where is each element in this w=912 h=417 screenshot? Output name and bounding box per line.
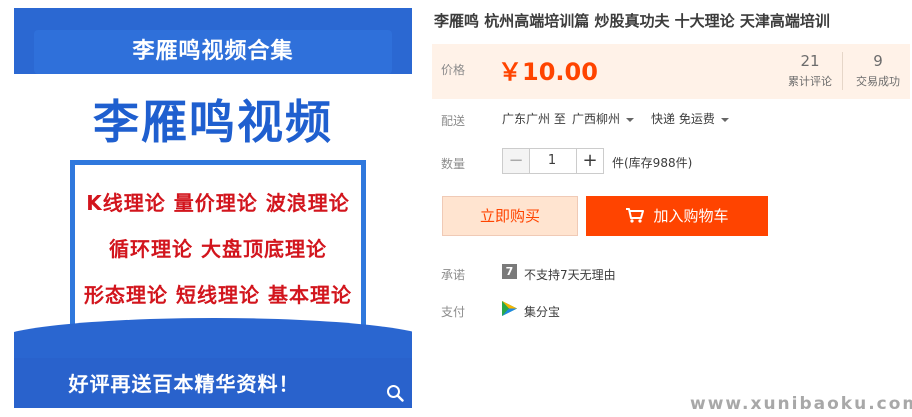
cart-icon [626,208,645,223]
image-bottom-text: 好评再送百本精华资料！ [68,372,300,396]
image-banner-title: 李雁鸣视频合集 [34,30,392,74]
add-to-cart-button[interactable]: 加入购物车 [586,196,768,236]
quantity-decrease-button[interactable]: − [502,148,530,174]
price-label: 价格 [441,63,466,77]
product-title: 李雁鸣 杭州高端培训篇 炒股真功夫 十大理论 天津高端培训 [434,12,830,30]
sales-label: 交易成功 [856,75,900,88]
image-theory-line: K线理论 量价理论 波浪理论 [86,191,350,215]
promise-label: 承诺 [441,268,466,282]
image-theory-line: 循环理论 大盘顶底理论 [109,237,327,261]
product-image[interactable]: 李雁鸣视频合集 李雁鸣视频 K线理论 量价理论 波浪理论 循环理论 大盘顶底理论… [14,8,412,408]
jifenbao-icon [502,301,517,316]
search-icon[interactable] [386,384,404,402]
chevron-down-icon [626,117,635,122]
image-headline: 李雁鸣视频 [93,95,333,149]
price-value: ￥10.00 [498,58,598,86]
add-to-cart-label: 加入购物车 [653,207,729,225]
promise-text: 不支持7天无理由 [524,268,616,282]
payment-label: 支付 [441,305,466,319]
image-theory-line: 形态理论 短线理论 基本理论 [84,283,352,307]
payment-text: 集分宝 [524,305,561,319]
buy-now-button[interactable]: 立即购买 [442,196,578,236]
shipping-method-value: 快递 免运费 [651,112,715,126]
image-theory-box: K线理论 量价理论 波浪理论 循环理论 大盘顶底理论 形态理论 短线理论 基本理… [70,160,366,332]
reviews-label: 累计评论 [788,75,832,88]
destination-select[interactable]: 广西柳州 [572,110,635,127]
destination-value: 广西柳州 [572,112,621,126]
reviews-stat[interactable]: 21 累计评论 [776,52,844,89]
quantity-increase-button[interactable]: + [576,148,604,174]
quantity-input[interactable]: 1 [528,148,576,174]
quantity-label: 数量 [441,157,466,171]
stat-divider [842,52,843,90]
price-block: 价格 ￥10.00 21 累计评论 9 交易成功 [432,44,910,99]
watermark: www.xunibaoku.com [690,394,912,414]
seven-day-icon: 7 [502,264,517,279]
sales-stat: 9 交易成功 [844,52,912,89]
reviews-count: 21 [800,52,820,70]
stock-text: 件(库存988件) [612,156,693,170]
sales-count: 9 [873,52,883,70]
shipping-origin: 广东广州 至 [502,112,566,126]
shipping-label: 配送 [441,114,466,128]
shipping-method-select[interactable]: 快递 免运费 [651,110,729,127]
chevron-down-icon [720,117,729,122]
